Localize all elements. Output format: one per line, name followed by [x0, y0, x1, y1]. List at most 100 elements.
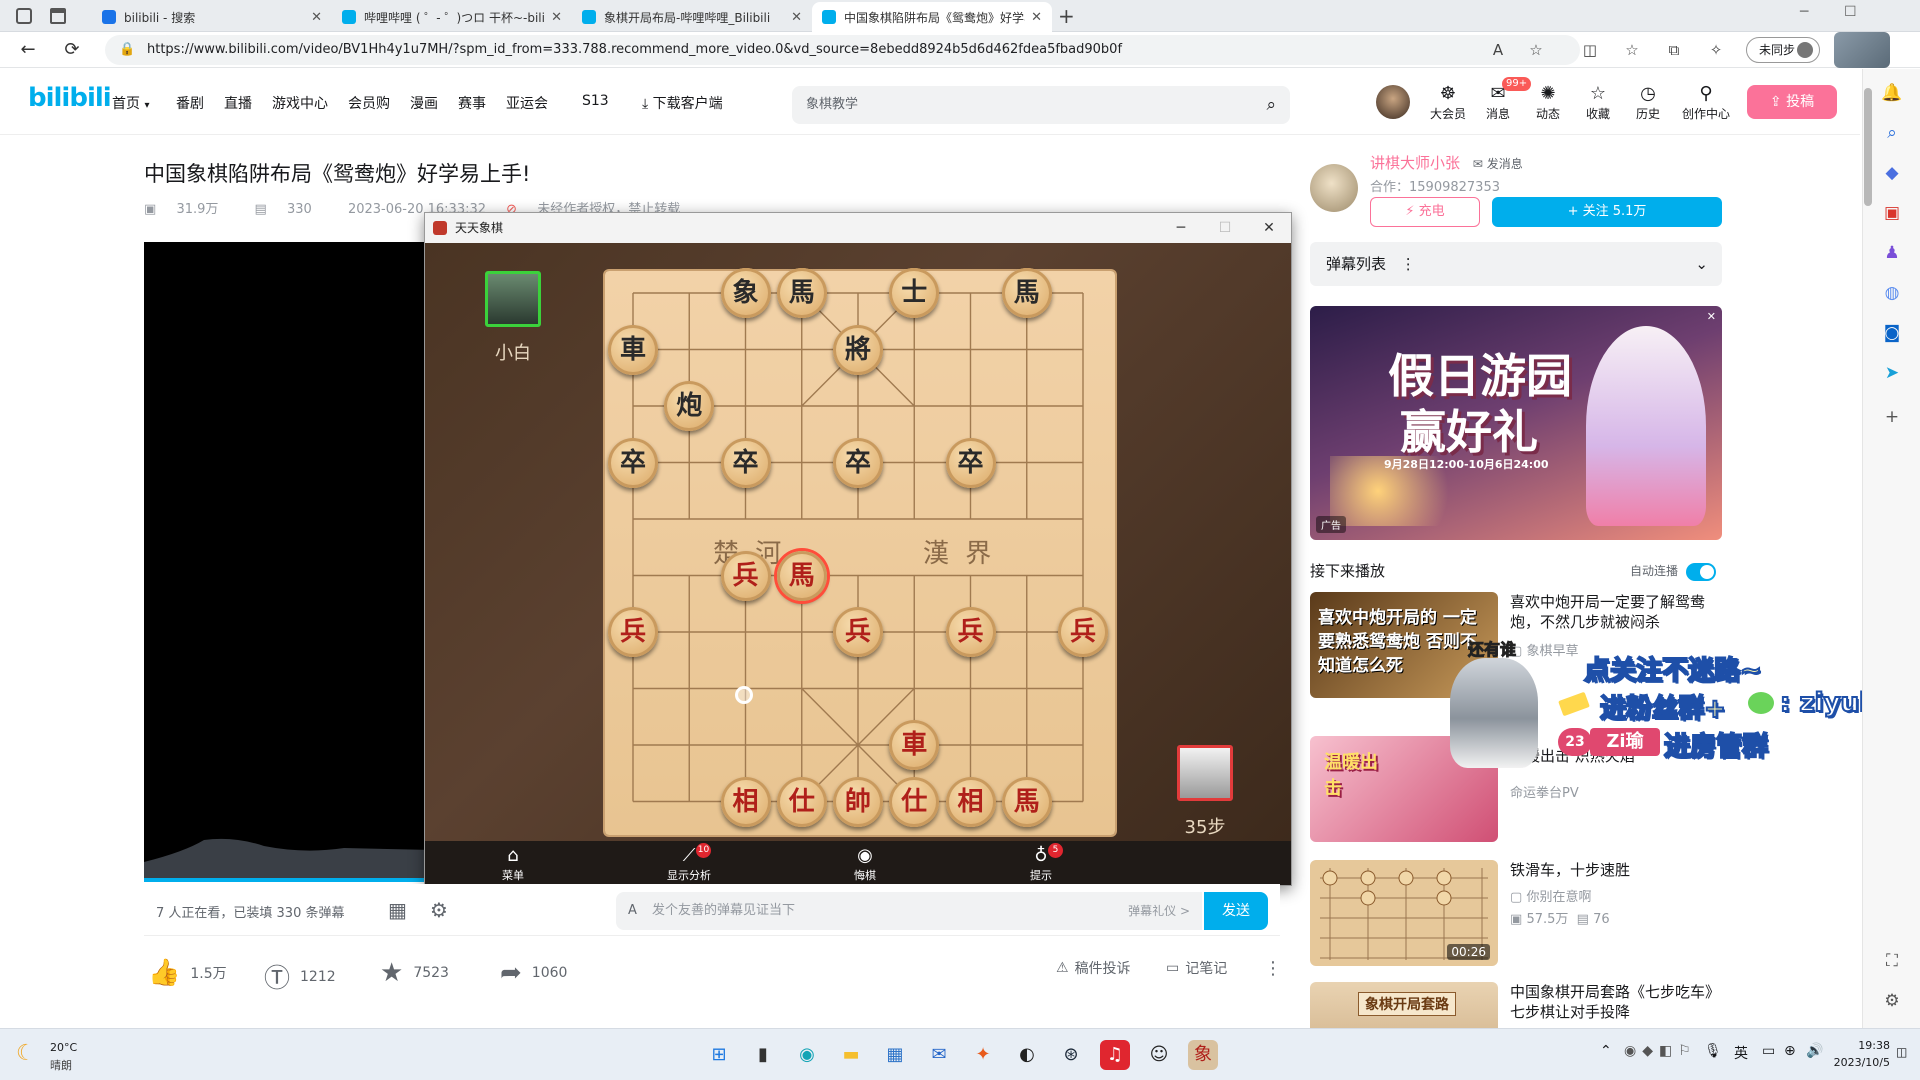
search-icon[interactable]: ⌕: [1266, 86, 1276, 124]
recommend-card-4[interactable]: 象棋开局套路 中国象棋开局套路《七步吃车》七步棋让对手投降: [1310, 982, 1722, 1028]
close-icon[interactable]: ✕: [311, 10, 322, 25]
chess-piece-black[interactable]: 卒: [720, 437, 771, 488]
nav-download-client[interactable]: ⤓ 下载客户端: [642, 93, 723, 113]
header-vip[interactable]: ☸ 大会员: [1428, 83, 1468, 122]
page-scrollbar[interactable]: [1864, 88, 1872, 206]
close-icon[interactable]: ✕: [551, 10, 562, 25]
clock-date[interactable]: 2023/10/5: [1820, 1056, 1890, 1069]
chess-piece-black[interactable]: 馬: [776, 268, 827, 318]
chess-piece-black[interactable]: 將: [833, 324, 883, 375]
nav-live[interactable]: 直播: [224, 93, 252, 113]
minimize-icon[interactable]: ─: [1159, 213, 1203, 243]
chess-piece-red[interactable]: 馬: [1001, 776, 1052, 827]
report-button[interactable]: ⚠ 稿件投诉: [1056, 958, 1131, 978]
move-target-marker[interactable]: [735, 686, 753, 704]
chess-piece-black[interactable]: 象: [720, 268, 771, 318]
search-icon[interactable]: ⌕: [1880, 121, 1904, 145]
tab-actions-icon[interactable]: [50, 8, 66, 24]
header-favorites[interactable]: ☆ 收藏: [1578, 83, 1618, 122]
nav-member-shop[interactable]: 会员购: [348, 93, 390, 113]
chess-piece-red[interactable]: 兵: [1058, 607, 1108, 657]
bell-icon[interactable]: 🔔: [1880, 81, 1904, 105]
extensions-icon[interactable]: ✧: [1706, 40, 1726, 60]
screenshot-icon[interactable]: ⛶: [1880, 949, 1904, 973]
close-icon[interactable]: ✕: [1031, 10, 1042, 25]
display-icon[interactable]: ▭: [1762, 1043, 1775, 1059]
browser-tab-4-active[interactable]: 中国象棋陷阱布局《鸳鸯炮》好学易上手 ✕: [812, 2, 1052, 32]
microphone-icon[interactable]: 🎙: [1704, 1043, 1722, 1059]
new-tab-icon[interactable]: +: [1058, 4, 1075, 28]
recommend-author[interactable]: ▢ 你别在意啊: [1510, 886, 1591, 905]
chess-piece-red[interactable]: 相: [720, 776, 771, 827]
maximize-icon[interactable]: ☐: [1844, 4, 1857, 20]
back-icon[interactable]: ←: [16, 38, 40, 62]
recommend-author[interactable]: 命运拳台PV: [1510, 782, 1579, 801]
chess-piece-red[interactable]: 兵: [720, 550, 771, 601]
chess-piece-black[interactable]: 卒: [608, 437, 658, 488]
browser-tab-2[interactable]: 哔哩哔哩 ( ゜- ゜)つロ 干杯~-bilibili ✕: [332, 2, 572, 32]
note-button[interactable]: ▭ 记笔记: [1166, 958, 1227, 978]
recommend-title[interactable]: 喜欢中炮开局一定要了解鸳鸯炮，不然几步就被闷杀: [1510, 592, 1722, 632]
nav-asian-games[interactable]: 亚运会: [506, 93, 548, 113]
chess-piece-red[interactable]: 兵: [945, 607, 996, 657]
app-bird-icon[interactable]: ✦: [968, 1040, 998, 1070]
chess-analysis-button[interactable]: ⟋ 显示分析 10: [649, 843, 729, 883]
danmaku-settings-icon[interactable]: ⚙: [430, 898, 448, 922]
ad-close-icon[interactable]: ✕: [1707, 310, 1716, 323]
font-style-icon[interactable]: A: [628, 892, 637, 930]
user-avatar[interactable]: [1376, 85, 1410, 119]
chess-piece-red[interactable]: 車: [889, 720, 940, 770]
nav-manga[interactable]: 漫画: [410, 93, 438, 113]
ime-indicator[interactable]: 英: [1734, 1043, 1748, 1063]
chess-piece-red[interactable]: 仕: [776, 776, 827, 827]
start-icon[interactable]: ⊞: [704, 1040, 734, 1070]
store-icon[interactable]: ▦: [880, 1040, 910, 1070]
collections-icon[interactable]: ⧉: [1664, 40, 1684, 60]
favorite-button[interactable]: ★ 7523: [380, 958, 449, 988]
obs-icon[interactable]: ◐: [1012, 1040, 1042, 1070]
qq-icon[interactable]: ☺: [1144, 1040, 1174, 1070]
nav-game-center[interactable]: 游戏中心: [272, 93, 328, 113]
browser-tab-3[interactable]: 象棋开局布局-哔哩哔哩_Bilibili ✕: [572, 2, 812, 32]
weather-temp[interactable]: 20°C: [50, 1041, 77, 1054]
more-icon[interactable]: ⋮: [1401, 255, 1416, 273]
add-icon[interactable]: +: [1880, 405, 1904, 429]
favorite-star-icon[interactable]: ☆: [1526, 40, 1546, 60]
ad-banner[interactable]: 假日游园 赢好礼 9月28日12:00-10月6日24:00 广告 ✕: [1310, 306, 1722, 540]
autoplay-toggle[interactable]: 自动连播: [1630, 562, 1716, 581]
notification-icon[interactable]: ◫: [1896, 1045, 1907, 1059]
steam-icon[interactable]: ⊛: [1056, 1040, 1086, 1070]
workspaces-icon[interactable]: [16, 8, 32, 24]
send-icon[interactable]: ➤: [1880, 361, 1904, 385]
chess-piece-black[interactable]: 卒: [945, 437, 996, 488]
chess-piece-black[interactable]: 馬: [1001, 268, 1052, 318]
url-input[interactable]: 🔒 https://www.bilibili.com/video/BV1Hh4y…: [105, 35, 1580, 65]
toolbox-icon[interactable]: ▣: [1880, 201, 1904, 225]
nav-esports[interactable]: 赛事: [458, 93, 486, 113]
maximize-icon[interactable]: ☐: [1203, 213, 1247, 243]
bilibili-logo[interactable]: bilibili: [28, 83, 112, 113]
clock-time[interactable]: 19:38: [1844, 1039, 1890, 1052]
sync-button[interactable]: 未同步: [1746, 37, 1820, 63]
nav-bangumi[interactable]: 番剧: [176, 93, 204, 113]
chess-hint-button[interactable]: ♁ 提示 5: [1001, 843, 1081, 883]
chess-piece-red[interactable]: 仕: [889, 776, 940, 827]
header-dynamic[interactable]: ✺ 动态: [1528, 83, 1568, 122]
player-bottom-avatar[interactable]: [1177, 745, 1233, 801]
send-danmaku-button[interactable]: 发送: [1204, 892, 1268, 930]
outlook-icon[interactable]: ◙: [1880, 321, 1904, 345]
lock-icon[interactable]: 🔒: [119, 35, 135, 65]
games-icon[interactable]: ♟: [1880, 241, 1904, 265]
chess-board[interactable]: 楚 河 漢 界 象馬士馬車將炮卒卒卒卒兵馬兵兵兵兵車相仕帥仕相馬: [605, 268, 1115, 835]
share-button[interactable]: ➦ 1060: [500, 958, 567, 988]
recommend-card-3[interactable]: 00:26 铁滑车，十步速胜 ▢ 你别在意啊 ▣ 57.5万 ▤ 76: [1310, 860, 1722, 970]
weather-icon[interactable]: ☾: [16, 1041, 36, 1066]
read-aloud-icon[interactable]: A: [1488, 40, 1508, 60]
nav-home[interactable]: 首页 ▾: [112, 93, 149, 113]
header-message[interactable]: ✉ 消息 99+: [1478, 77, 1532, 122]
danmaku-input[interactable]: A 发个友善的弹幕见证当下 弹幕礼仪 >: [616, 892, 1202, 930]
close-icon[interactable]: ✕: [1247, 213, 1291, 243]
browser-menu-icon[interactable]: [1834, 32, 1890, 68]
refresh-icon[interactable]: ⟳: [60, 38, 84, 62]
upload-button[interactable]: ⇪ 投稿: [1747, 85, 1837, 119]
